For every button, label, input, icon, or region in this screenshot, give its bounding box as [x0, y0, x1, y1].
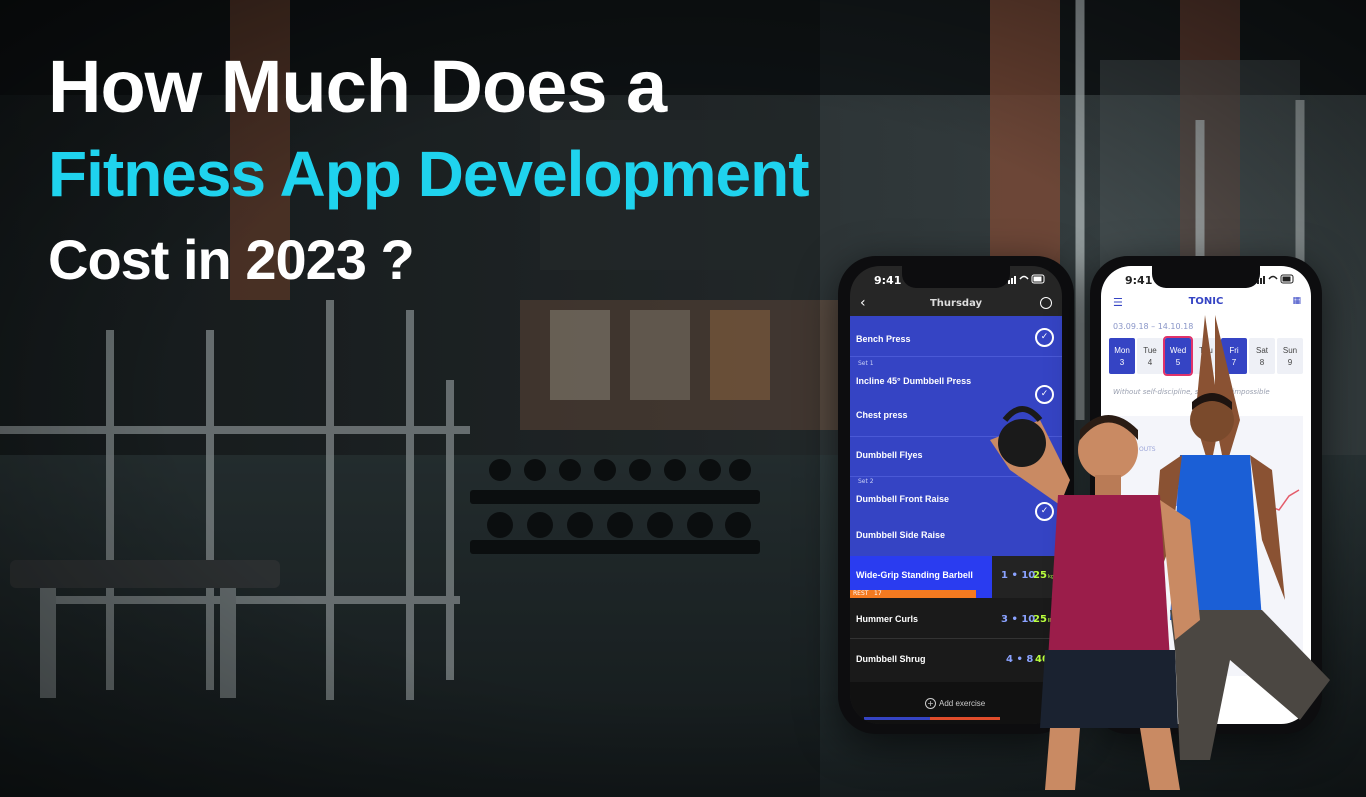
rest-bar: REST 17	[850, 590, 976, 598]
calendar-day[interactable]: Tue 4	[1137, 338, 1163, 374]
phone-workout: 9:41 ‹ Thursday Bench Press ✓ Set 1 Inclin…	[838, 256, 1074, 734]
active-exercise[interactable]: Wide-Grip Standing Barbell 1 • 10 25 kg …	[850, 556, 1062, 598]
progress-chart	[1159, 480, 1300, 517]
active-sets: 1 • 10	[1001, 570, 1036, 581]
calendar-day[interactable]: Wed 5	[1163, 336, 1193, 376]
calendar-day[interactable]: Sat 8	[1249, 338, 1275, 374]
exercise-name: Dumbbell Side Raise	[856, 530, 946, 540]
exercise-name: Bench Press	[856, 334, 911, 344]
stats-label: OUTS	[1139, 446, 1156, 453]
planner-screen: 9:41 ☰ TONIC ▦ 03.09.18 – 14.10.18 Mon 3 …	[1101, 266, 1311, 724]
workout-screen: 9:41 ‹ Thursday Bench Press ✓ Set 1 Inclin…	[850, 266, 1062, 724]
add-exercise-bar[interactable]: + Add exercise	[850, 682, 1062, 724]
workout-day-title: Thursday	[929, 298, 983, 309]
exercise-name: Chest press	[856, 410, 908, 420]
calendar-day[interactable]: Fri 7	[1221, 338, 1247, 374]
stats-panel: OUTS	[1109, 416, 1303, 676]
exercise-name: Incline 45° Dumbbell Press	[856, 376, 972, 386]
exercise-weight: 25	[1033, 614, 1047, 625]
check-circle-icon[interactable]: ✓	[1035, 446, 1054, 465]
active-unit: kg	[1048, 574, 1055, 580]
exercise-name: Hummer Curls	[856, 614, 919, 624]
set-label: Set 2	[858, 478, 874, 485]
signal-wifi-battery-icon	[1008, 274, 1045, 284]
timer-icon[interactable]	[1040, 297, 1052, 309]
grid-icon[interactable]: ▦	[1292, 296, 1301, 306]
status-time: 9:41	[1125, 274, 1153, 287]
exercise-name: Dumbbell Shrug	[856, 654, 926, 664]
phone-planner: 9:41 ☰ TONIC ▦ 03.09.18 – 14.10.18 Mon 3 …	[1090, 256, 1322, 734]
motivation-quote: Without self-discipline, success is impo…	[1113, 388, 1270, 396]
rest-value: 17	[874, 590, 882, 597]
status-icons	[1008, 274, 1046, 290]
exercise-name: Dumbbell Front Raise	[856, 494, 950, 504]
status-time: 9:41	[874, 274, 902, 287]
week-calendar: Mon 3 Tue 4 Wed 5 Thu 6 Fri 7 Sat 8 Sun 9	[1109, 336, 1303, 376]
workout-header: ‹ Thursday	[850, 294, 1062, 316]
exercise-unit: lb	[1048, 618, 1054, 624]
phone-notch	[1152, 266, 1260, 288]
calendar-day[interactable]: Sun 9	[1277, 338, 1303, 374]
exercise-list: Bench Press ✓ Set 1 Incline 45° Dumbbell P…	[850, 316, 1062, 556]
upcoming-list: Hummer Curls 3 • 10 25 lb Dumbbell Shrug…	[850, 598, 1062, 682]
app-title: TONIC	[1188, 296, 1224, 307]
headline-line-2: Fitness App Development	[48, 138, 810, 210]
set-label: Set 1	[858, 360, 874, 367]
date-range: 03.09.18 – 14.10.18	[1113, 322, 1194, 331]
signal-wifi-battery-icon	[1257, 274, 1294, 284]
rest-label: REST	[853, 590, 869, 597]
status-icons	[1257, 274, 1295, 290]
exercise-sets: 4 • 8	[1006, 654, 1034, 665]
phone-notch	[902, 266, 1010, 288]
add-exercise-label: Add exercise	[939, 699, 986, 708]
headline: How Much Does a Fitness App Development …	[48, 45, 810, 291]
active-weight: 25	[1033, 570, 1047, 581]
add-circle-icon[interactable]: +	[925, 698, 936, 709]
check-circle-icon[interactable]: ✓	[1035, 385, 1054, 404]
calendar-day[interactable]: Thu 6	[1193, 338, 1219, 374]
headline-line-3: Cost in 2023 ?	[48, 228, 415, 291]
exercise-sets: 3 • 10	[1001, 614, 1036, 625]
calendar-day[interactable]: Mon 3	[1109, 338, 1135, 374]
active-exercise-name: Wide-Grip Standing Barbell	[856, 570, 973, 580]
exercise-name: Dumbbell Flyes	[856, 450, 923, 460]
check-circle-icon[interactable]: ✓	[1035, 502, 1054, 521]
headline-line-1: How Much Does a	[48, 45, 667, 128]
exercise-weight: 40	[1035, 654, 1049, 665]
check-circle-icon[interactable]: ✓	[1035, 328, 1054, 347]
